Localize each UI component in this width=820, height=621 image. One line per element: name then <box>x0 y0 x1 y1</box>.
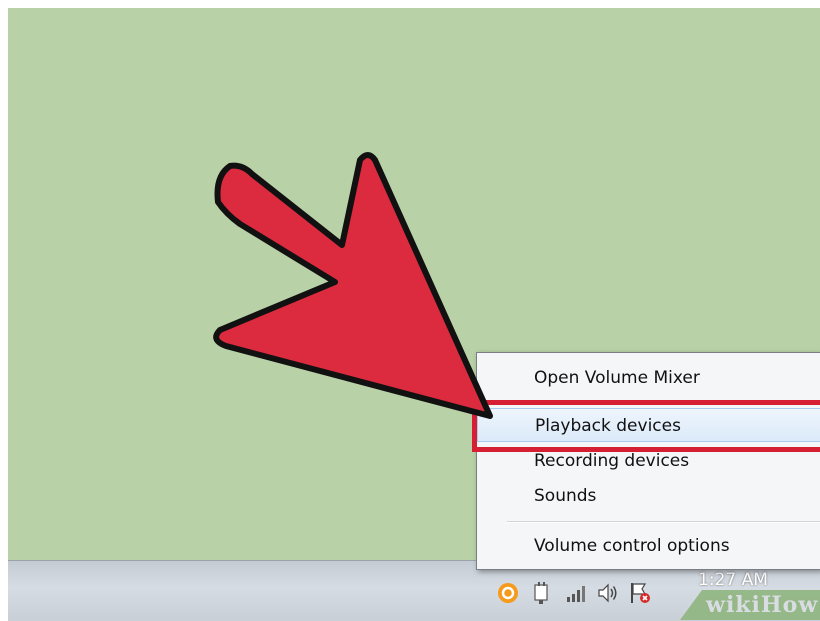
wikihow-watermark-text: wikiHow <box>706 592 819 618</box>
speaker-icon[interactable] <box>596 581 620 605</box>
menu-item-volume-control-options[interactable]: Volume control options <box>477 529 820 563</box>
menu-item-sounds[interactable]: Sounds <box>477 479 820 513</box>
menu-item-label: Volume control options <box>534 536 730 556</box>
signal-bars-icon[interactable] <box>564 581 588 605</box>
action-center-flag-icon[interactable] <box>628 581 652 605</box>
menu-separator <box>507 521 820 523</box>
menu-item-label: Sounds <box>534 486 597 506</box>
menu-item-label: Open Volume Mixer <box>534 368 700 388</box>
menu-item-open-volume-mixer[interactable]: Open Volume Mixer <box>477 361 820 395</box>
power-plug-icon[interactable] <box>530 581 554 605</box>
app-circle-icon[interactable] <box>496 581 520 605</box>
taskbar-clock[interactable]: 1:27 AM <box>698 570 768 590</box>
highlight-box <box>472 400 820 452</box>
volume-context-menu: Open Volume Mixer Playback devices Recor… <box>476 352 820 570</box>
